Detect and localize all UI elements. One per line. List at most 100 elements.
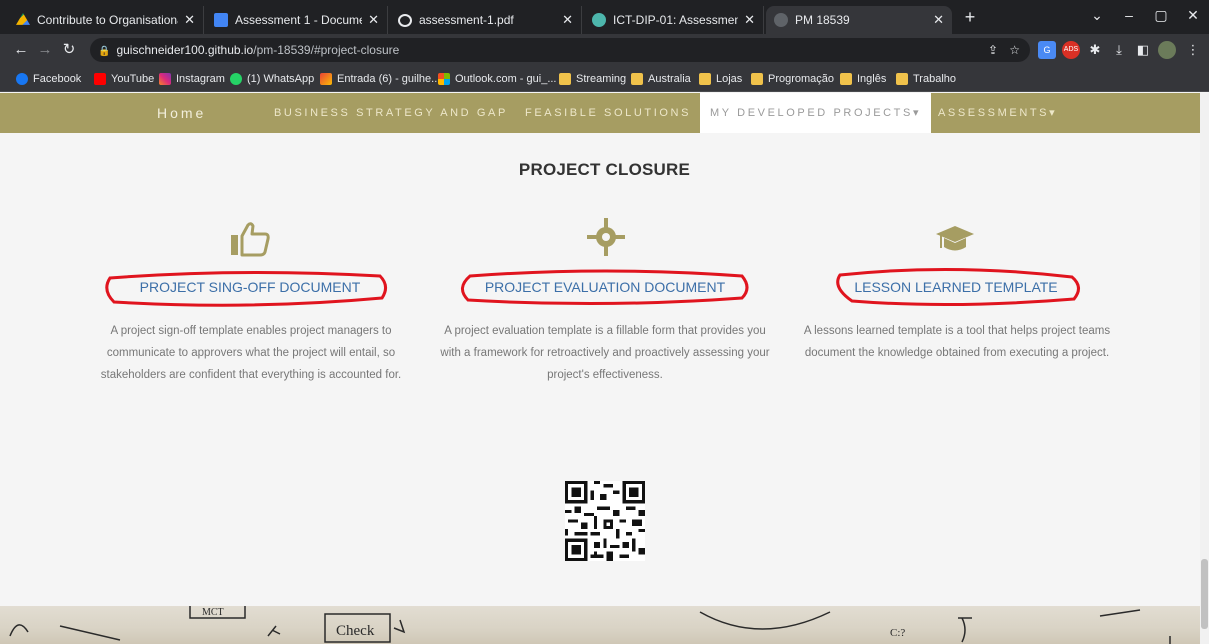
bookmark-item[interactable]: YouTube [94,70,154,88]
tab-label: Contribute to Organisational Pri [37,13,178,27]
tab-search-icon[interactable]: ⌄ [1082,4,1112,26]
address-bar[interactable]: 🔒 guischneider100.github.io/pm-18539/#pro… [90,38,1030,62]
folder-icon [896,73,908,85]
scrollbar-thumb[interactable] [1201,559,1208,629]
bookmark-label: Outlook.com - gui_... [455,73,557,85]
sketch-text-c: C:? [890,627,905,639]
reload-icon[interactable]: ↻ [58,39,80,61]
bookmark-label: YouTube [111,73,155,85]
bookmark-star-icon[interactable]: ☆ [1009,38,1020,62]
lesson-learned-description: A lessons learned template is a tool tha… [803,325,1111,359]
close-icon[interactable]: ✕ [933,12,944,28]
close-icon[interactable]: ✕ [184,12,195,28]
whatsapp-icon [230,73,242,85]
nav-home[interactable]: Home [157,93,206,133]
google-docs-icon [214,13,228,27]
browser-tab[interactable]: ICT-DIP-01: Assessment Templat ✕ [584,6,764,34]
download-icon[interactable]: ⤓ [1110,41,1128,59]
profile-avatar[interactable] [1158,41,1176,59]
thumbs-up-icon [231,222,270,257]
bookmark-label: Facebook [33,73,82,85]
menu-kebab-icon[interactable]: ⋮ [1184,41,1202,59]
extension-translate-icon[interactable]: G [1038,41,1056,59]
sketch-text-check: Check [336,623,375,639]
tab-label: PM 18539 [795,13,850,27]
nav-label: ASSESSMENTS [938,107,1050,119]
side-panel-icon[interactable]: ◧ [1134,41,1152,59]
browser-tab[interactable]: Contribute to Organisational Pri ✕ [8,6,204,34]
microsoft-icon [438,73,450,85]
browser-tab-bar: Contribute to Organisational Pri ✕ Asses… [0,0,1209,34]
globe-icon [398,13,412,27]
bookmark-item[interactable]: Facebook [16,70,81,88]
close-icon[interactable]: ✕ [368,12,379,28]
crosshairs-icon [587,218,625,256]
github-icon [774,13,788,27]
bookmark-label: Instagram [176,73,225,85]
back-icon[interactable]: ← [10,39,32,61]
bookmark-item[interactable]: Outlook.com - gui_... [438,70,557,88]
tab-label: ICT-DIP-01: Assessment Templat [613,13,739,27]
tab-label: Assessment 1 - Documentos Go [235,13,362,27]
new-tab-button[interactable]: + [958,6,982,28]
bookmark-folder[interactable]: Inglês [840,70,886,88]
page-scrollbar[interactable] [1200,93,1209,644]
share-icon[interactable]: ⇪ [988,38,998,62]
folder-icon [699,73,711,85]
gmail-icon [320,73,332,85]
browser-toolbar: ← → ↻ 🔒 guischneider100.github.io/pm-1853… [0,34,1209,66]
bookmark-folder[interactable]: Trabalho [896,70,956,88]
bookmark-item[interactable]: (1) WhatsApp [230,70,314,88]
browser-tab-active[interactable]: PM 18539 ✕ [766,6,952,34]
youtube-icon [94,73,106,85]
sketch-text-mct: MCT [202,607,224,618]
bookmark-label: Entrada (6) - guilhe... [337,73,441,85]
folder-icon [751,73,763,85]
caret-down-icon: ▾ [912,107,922,119]
nav-my-developed-projects[interactable]: MY DEVELOPED PROJECTS▾ [700,93,932,133]
caret-down-icon: ▾ [1049,107,1058,119]
bookmark-label: Inglês [857,73,887,85]
window-close-button[interactable]: ✕ [1178,4,1208,26]
bookmark-label: Trabalho [913,73,957,85]
bookmark-label: Progromação [768,73,835,85]
bookmark-folder[interactable]: Progromação [751,70,834,88]
project-evaluation-link[interactable]: PROJECT EVALUATION DOCUMENT [455,279,755,295]
bookmark-label: Australia [648,73,691,85]
nav-feasible-solutions[interactable]: FEASIBLE SOLUTIONS [525,93,691,133]
web-page: Home BUSINESS STRATEGY AND GAP FEASIBLE … [0,93,1200,644]
bookmarks-bar: Facebook YouTube Instagram (1) WhatsApp … [0,66,1209,92]
bookmark-folder[interactable]: Lojas [699,70,742,88]
bookmark-item[interactable]: Entrada (6) - guilhe... [320,70,440,88]
project-evaluation-description: A project evaluation template is a filla… [440,325,770,381]
bookmark-item[interactable]: Instagram [159,70,225,88]
whiteboard-sketch: Check MCT C:? [9,606,1171,644]
extension-adblock-icon[interactable]: ADS [1062,41,1080,59]
nav-business-strategy[interactable]: BUSINESS STRATEGY AND GAP [274,93,508,133]
bookmark-folder[interactable]: Australia [631,70,691,88]
site-icon [592,13,606,27]
minimize-button[interactable]: – [1114,4,1144,26]
folder-icon [559,73,571,85]
nav-assessments[interactable]: ASSESSMENTS▾ [938,93,1057,133]
browser-tab[interactable]: Assessment 1 - Documentos Go ✕ [206,6,388,34]
address-path: /pm-18539/#project-closure [253,43,400,57]
bookmark-label: Streaming [576,73,627,85]
browser-tab[interactable]: assessment-1.pdf ✕ [390,6,582,34]
project-signoff-link[interactable]: PROJECT SING-OFF DOCUMENT [100,279,400,295]
folder-icon [631,73,643,85]
qr-code[interactable] [565,481,645,561]
lesson-learned-link[interactable]: LESSON LEARNED TEMPLATE [806,279,1106,295]
lock-icon: 🔒 [98,46,111,57]
address-host: guischneider100.github.io [116,43,254,57]
bookmark-folder[interactable]: Streaming [559,70,626,88]
close-icon[interactable]: ✕ [744,12,755,28]
tab-label: assessment-1.pdf [419,13,514,27]
graduation-cap-icon [936,226,974,251]
restore-button[interactable]: ▢ [1146,4,1176,26]
footer-background-image: Check MCT C:? [0,606,1200,644]
extensions-puzzle-icon[interactable]: ✱ [1086,41,1104,59]
forward-icon[interactable]: → [34,39,56,61]
project-signoff-description: A project sign-off template enables proj… [100,325,402,381]
close-icon[interactable]: ✕ [562,12,573,28]
